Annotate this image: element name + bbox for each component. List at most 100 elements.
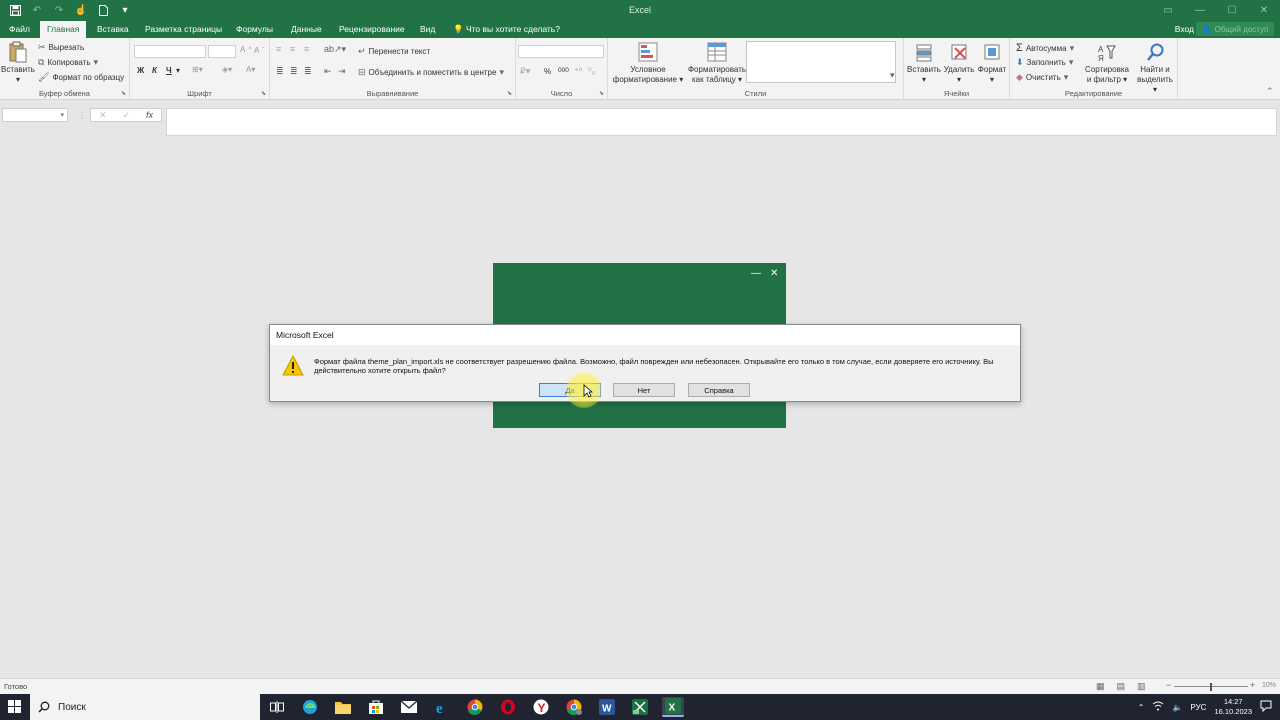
number-format-box[interactable]	[518, 45, 604, 58]
confirm-entry-icon[interactable]: ✓	[122, 110, 130, 121]
font-launcher-icon[interactable]: ⬊	[261, 90, 266, 97]
no-button[interactable]: Нет	[613, 383, 675, 397]
excel-icon[interactable]	[629, 697, 651, 717]
cut-button[interactable]: ✂ Вырезать	[38, 42, 84, 53]
fill-button[interactable]: ⬇ Заполнить ▾	[1016, 57, 1073, 68]
format-as-table-button[interactable]: Форматировать как таблицу ▾	[682, 41, 752, 85]
increase-decimal-icon[interactable]: ⁺⁰	[574, 66, 582, 77]
formula-input[interactable]	[166, 108, 1277, 136]
share-button[interactable]: 👤 Общий доступ	[1196, 22, 1274, 36]
maximize-icon[interactable]: ☐	[1216, 0, 1248, 20]
decrease-decimal-icon[interactable]: ⁰₀	[588, 66, 595, 77]
ribbon-display-icon[interactable]: ▭	[1152, 0, 1184, 20]
sign-in-link[interactable]: Вход	[1175, 24, 1194, 34]
currency-icon[interactable]: ₽▾	[520, 66, 530, 77]
conditional-formatting-button[interactable]: Условное форматирование ▾	[612, 41, 684, 85]
tab-formulas[interactable]: Формулы	[229, 21, 280, 38]
tab-home[interactable]: Главная	[40, 21, 87, 38]
yandex-icon[interactable]: Y	[530, 697, 552, 717]
tab-review[interactable]: Рецензирование	[332, 21, 412, 38]
chrome-profile-icon[interactable]	[563, 697, 585, 717]
underline-dropdown-icon[interactable]: ▾	[176, 66, 180, 75]
merge-center-button[interactable]: ⊟ Объединить и поместить в центре ▾	[358, 67, 504, 78]
borders-icon[interactable]: ⊞▾	[192, 65, 203, 74]
edge-icon[interactable]	[299, 697, 321, 717]
wrap-text-button[interactable]: ↵ Перенести текст	[358, 46, 430, 57]
zoom-level[interactable]: 10%	[1262, 682, 1276, 689]
mail-icon[interactable]	[398, 697, 420, 717]
align-right-icon[interactable]: ≣	[304, 66, 312, 77]
format-painter-button[interactable]: 🖌 Формат по образцу	[38, 72, 124, 83]
help-button[interactable]: Справка	[688, 383, 750, 397]
autosum-button[interactable]: Σ Автосумма ▾	[1016, 42, 1074, 54]
tab-page-layout[interactable]: Разметка страницы	[138, 21, 229, 38]
windows-start-icon[interactable]	[8, 700, 21, 715]
underline-button[interactable]: Ч	[166, 66, 172, 75]
align-bottom-icon[interactable]: ≡	[304, 44, 309, 54]
notifications-icon[interactable]	[1260, 700, 1272, 714]
align-middle-icon[interactable]: ≡	[290, 44, 295, 54]
collapse-ribbon-icon[interactable]: ⌃	[1266, 86, 1274, 97]
splash-minimize-icon[interactable]: —	[751, 268, 761, 279]
tab-view[interactable]: Вид	[413, 21, 442, 38]
network-icon[interactable]	[1152, 701, 1164, 713]
chrome-icon[interactable]	[464, 697, 486, 717]
task-view-icon[interactable]	[266, 697, 288, 717]
tab-data[interactable]: Данные	[284, 21, 329, 38]
minimize-icon[interactable]: —	[1184, 0, 1216, 20]
splash-close-icon[interactable]: ✕	[770, 268, 778, 279]
ie-icon[interactable]: e	[431, 697, 453, 717]
file-explorer-icon[interactable]	[332, 697, 354, 717]
font-name-box[interactable]	[134, 45, 206, 58]
tell-me-search[interactable]: 💡 Что вы хотите сделать?	[446, 21, 567, 38]
styles-more-icon[interactable]: ▾	[890, 70, 895, 81]
normal-view-icon[interactable]: ▦	[1096, 681, 1105, 692]
tab-insert[interactable]: Вставка	[90, 21, 136, 38]
align-left-icon[interactable]: ≣	[276, 66, 284, 77]
increase-indent-icon[interactable]: ⇥	[338, 66, 346, 77]
taskbar-search[interactable]: Поиск	[30, 694, 260, 720]
decrease-indent-icon[interactable]: ⇤	[324, 66, 332, 77]
page-layout-view-icon[interactable]: ▤	[1117, 681, 1126, 692]
opera-icon[interactable]	[497, 697, 519, 717]
zoom-thumb[interactable]	[1210, 683, 1212, 691]
close-icon[interactable]: ✕	[1248, 0, 1280, 20]
alignment-launcher-icon[interactable]: ⬊	[507, 90, 512, 97]
font-shrink-button[interactable]: Aˇ	[254, 46, 265, 55]
tray-overflow-icon[interactable]: ⌃	[1138, 703, 1145, 712]
copy-button[interactable]: ⧉ Копировать ▾	[38, 57, 98, 68]
clear-button[interactable]: ◆ Очистить ▾	[1016, 72, 1068, 83]
percent-button[interactable]: %	[544, 67, 551, 76]
tab-file[interactable]: Файл	[2, 21, 37, 38]
delete-cells-button[interactable]: Удалить ▾	[942, 41, 976, 85]
thousands-button[interactable]: 000	[558, 67, 569, 74]
format-cells-button[interactable]: Формат ▾	[976, 41, 1008, 85]
volume-icon[interactable]: 🔈	[1172, 703, 1182, 712]
insert-cells-button[interactable]: Вставить ▾	[906, 41, 942, 85]
paste-button[interactable]: Вставить ▾	[1, 41, 35, 85]
insert-function-icon[interactable]: fx	[146, 110, 153, 120]
name-box-dropdown-icon[interactable]: ▾	[60, 111, 64, 119]
font-grow-button[interactable]: A ^	[240, 45, 251, 54]
orientation-icon[interactable]: ab↗▾	[324, 44, 346, 55]
cell-styles-gallery[interactable]	[746, 41, 896, 83]
name-box[interactable]: ▾	[2, 108, 68, 122]
align-top-icon[interactable]: ≡	[276, 44, 281, 54]
page-break-view-icon[interactable]: ▥	[1137, 681, 1146, 692]
store-icon[interactable]	[365, 697, 387, 717]
excel-active-icon[interactable]: X	[662, 697, 684, 717]
sort-filter-button[interactable]: AЯ Сортировка и фильтр ▾	[1082, 41, 1132, 85]
align-center-icon[interactable]: ≣	[290, 66, 298, 77]
keyboard-layout[interactable]: РУС	[1190, 703, 1206, 712]
find-select-button[interactable]: Найти и выделить ▾	[1134, 41, 1176, 95]
font-size-box[interactable]	[208, 45, 236, 58]
number-launcher-icon[interactable]: ⬊	[599, 90, 604, 97]
word-icon[interactable]: W	[596, 697, 618, 717]
bold-button[interactable]: Ж	[137, 66, 144, 75]
clock[interactable]: 14:27 16.10.2023	[1214, 697, 1252, 717]
italic-button[interactable]: К	[152, 66, 157, 75]
clipboard-launcher-icon[interactable]: ⬊	[121, 90, 126, 97]
zoom-out-icon[interactable]: −	[1166, 680, 1171, 690]
font-color-icon[interactable]: A▾	[246, 65, 255, 74]
zoom-in-icon[interactable]: +	[1250, 680, 1255, 690]
